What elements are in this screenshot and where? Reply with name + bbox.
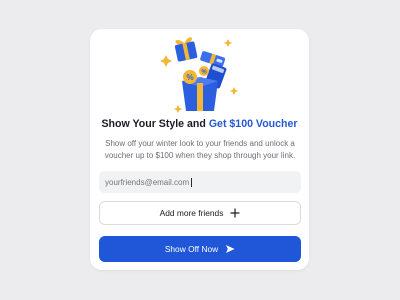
email-field[interactable] <box>99 171 301 193</box>
card-title: Show Your Style and Get $100 Voucher <box>90 118 309 130</box>
show-off-now-label: Show Off Now <box>164 244 219 254</box>
card-description: Show off your winter look to your friend… <box>104 139 296 160</box>
send-icon <box>226 245 235 253</box>
gift-box-illustration: % % <box>160 37 239 113</box>
title-accent: Get $100 Voucher <box>208 118 298 130</box>
show-off-now-button[interactable]: Show Off Now <box>99 236 301 262</box>
add-more-friends-button[interactable]: Add more friends <box>99 201 301 225</box>
svg-text:%: % <box>201 70 207 76</box>
voucher-card: % % Show Your Style and Get $100 Voucher… <box>90 29 309 270</box>
add-more-friends-label: Add more friends <box>159 208 224 218</box>
plus-icon <box>230 208 240 218</box>
svg-text:%: % <box>186 73 193 82</box>
text-caret <box>191 178 192 187</box>
title-main: Show Your Style and <box>101 118 209 130</box>
